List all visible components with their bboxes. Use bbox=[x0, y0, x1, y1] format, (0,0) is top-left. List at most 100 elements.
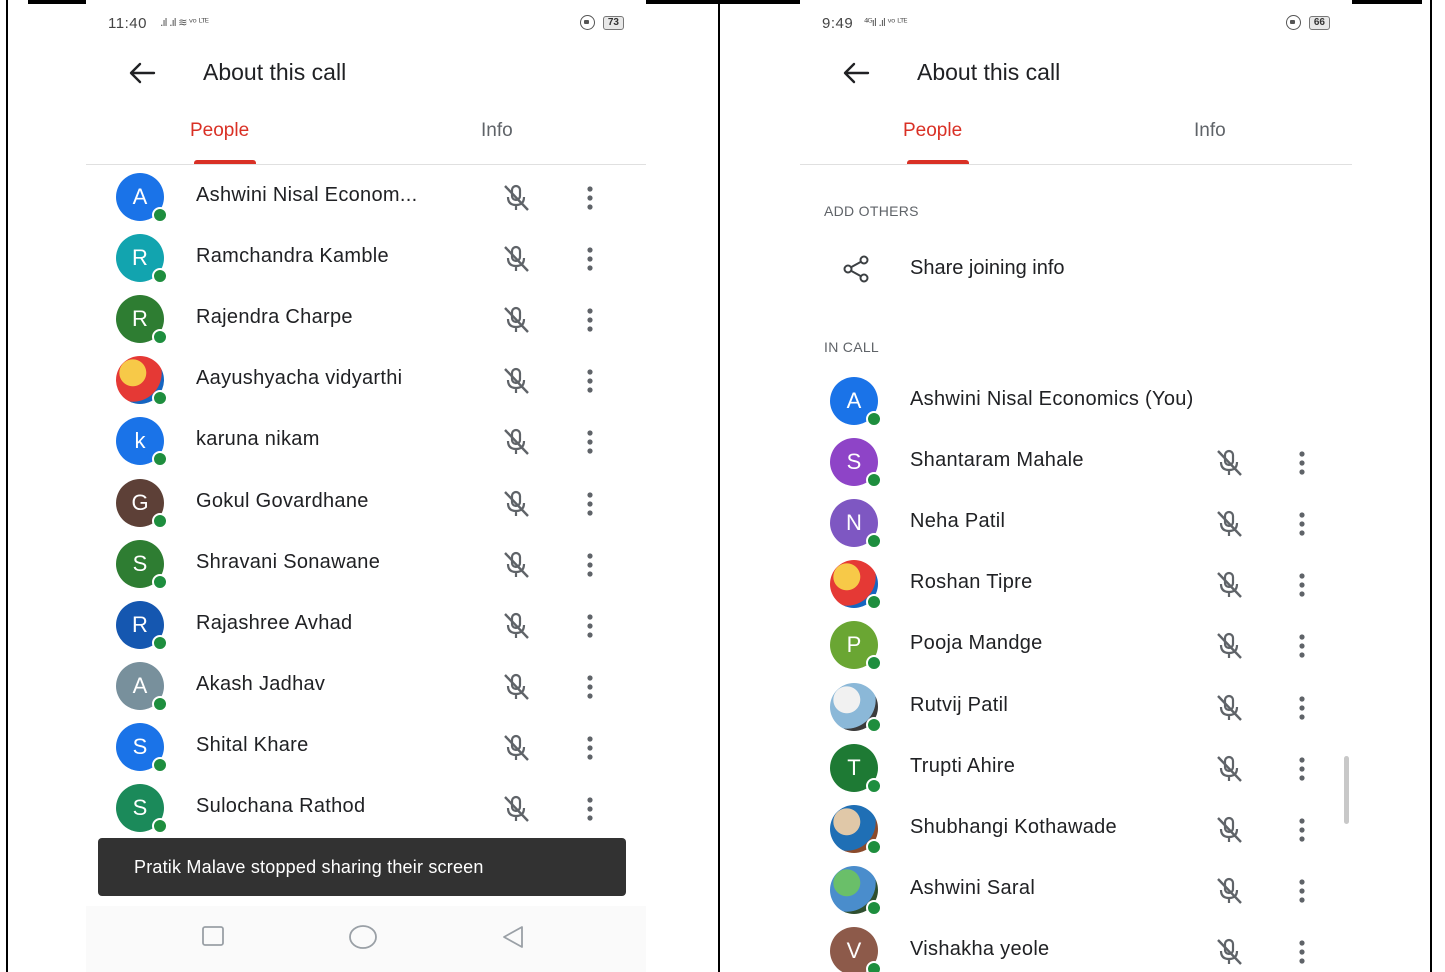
more-options-icon[interactable] bbox=[1292, 754, 1312, 784]
back-arrow-icon[interactable] bbox=[124, 57, 160, 89]
participant-row[interactable]: N Neha Patil bbox=[800, 493, 1352, 554]
mic-off-icon bbox=[504, 307, 529, 334]
mic-off-icon bbox=[1217, 755, 1242, 782]
more-options-icon[interactable] bbox=[1292, 876, 1312, 906]
participant-row[interactable]: A Ashwini Nisal Economics (You) bbox=[800, 371, 1352, 432]
mic-off-icon bbox=[1217, 816, 1242, 843]
participant-row[interactable]: S Shital Khare bbox=[86, 717, 646, 778]
more-options-icon[interactable] bbox=[580, 550, 600, 580]
tab-bar: People Info bbox=[86, 112, 646, 165]
online-status-dot bbox=[152, 512, 168, 529]
mic-off-icon bbox=[504, 551, 529, 578]
more-options-icon[interactable] bbox=[580, 183, 600, 213]
snackbar-toast: Pratik Malave stopped sharing their scre… bbox=[98, 838, 626, 896]
tab-people[interactable]: People bbox=[190, 120, 249, 142]
back-arrow-icon[interactable] bbox=[838, 57, 874, 89]
more-options-icon[interactable] bbox=[580, 794, 600, 824]
more-options-icon[interactable] bbox=[1292, 815, 1312, 845]
mic-off-icon bbox=[504, 795, 529, 822]
more-options-icon[interactable] bbox=[580, 305, 600, 335]
participant-name: karuna nikam bbox=[196, 428, 320, 451]
scrollbar[interactable] bbox=[1344, 756, 1349, 824]
mic-off-icon bbox=[1217, 694, 1242, 721]
participant-row[interactable]: A Ashwini Nisal Econom... bbox=[86, 167, 646, 228]
app-bar: About this call bbox=[800, 55, 1352, 91]
right-phone-screen: 9:49 ⁴ᴳıl .ıl ᵛᵒ ᴸᵀᴱ 66 About this call … bbox=[800, 0, 1352, 972]
more-options-icon[interactable] bbox=[580, 244, 600, 274]
more-options-icon[interactable] bbox=[580, 672, 600, 702]
participant-name: Akash Jadhav bbox=[196, 672, 326, 695]
rotation-lock-icon bbox=[579, 15, 595, 30]
participant-name: Ashwini Saral bbox=[910, 876, 1036, 899]
share-joining-info-button[interactable]: Share joining info bbox=[910, 257, 1065, 280]
participant-row[interactable]: Rutvij Patil bbox=[800, 677, 1352, 738]
participant-name: Pooja Mandge bbox=[910, 632, 1043, 655]
more-options-icon[interactable] bbox=[580, 733, 600, 763]
participant-row[interactable]: Roshan Tipre bbox=[800, 554, 1352, 615]
participant-row[interactable]: S Shravani Sonawane bbox=[86, 534, 646, 595]
participant-row[interactable]: V Vishakha yeole bbox=[800, 921, 1352, 972]
mic-off-icon bbox=[1217, 449, 1242, 476]
participant-row[interactable]: R Ramchandra Kamble bbox=[86, 228, 646, 289]
share-icon[interactable] bbox=[840, 253, 872, 285]
participant-name: Sulochana Rathod bbox=[196, 795, 366, 817]
mic-off-icon bbox=[504, 368, 529, 395]
online-status-dot bbox=[866, 960, 882, 972]
participant-row[interactable]: S Sulochana Rathod bbox=[86, 778, 646, 839]
participant-row[interactable]: S Shantaram Mahale bbox=[800, 432, 1352, 493]
in-call-heading: IN CALL bbox=[824, 339, 880, 355]
participant-row[interactable]: R Rajendra Charpe bbox=[86, 289, 646, 350]
online-status-dot bbox=[866, 594, 882, 611]
tab-info[interactable]: Info bbox=[481, 120, 513, 142]
more-options-icon[interactable] bbox=[1292, 693, 1312, 723]
signal-icons: .ıl .ıl ≋ ᵛᵒ ᴸᵀᴱ bbox=[160, 16, 209, 29]
more-options-icon[interactable] bbox=[1292, 631, 1312, 661]
status-time: 9:49 bbox=[822, 15, 854, 32]
more-options-icon[interactable] bbox=[580, 427, 600, 457]
participant-name: Neha Patil bbox=[910, 510, 1006, 533]
participant-row[interactable]: T Trupti Ahire bbox=[800, 738, 1352, 799]
participant-row[interactable]: k karuna nikam bbox=[86, 411, 646, 472]
recents-square-icon[interactable] bbox=[201, 924, 225, 948]
mic-off-icon bbox=[504, 245, 529, 272]
participant-row[interactable]: Aayushyacha vidyarthi bbox=[86, 350, 646, 411]
participant-name: Shital Khare bbox=[196, 733, 309, 756]
back-triangle-icon[interactable] bbox=[500, 924, 526, 950]
more-options-icon[interactable] bbox=[580, 489, 600, 519]
online-status-dot bbox=[152, 573, 168, 590]
mic-off-icon bbox=[504, 673, 529, 700]
participant-row[interactable]: A Akash Jadhav bbox=[86, 656, 646, 717]
participant-name: Shubhangi Kothawade bbox=[910, 815, 1117, 838]
more-options-icon[interactable] bbox=[1292, 509, 1312, 539]
mic-off-icon bbox=[1217, 572, 1242, 599]
more-options-icon[interactable] bbox=[1292, 937, 1312, 967]
mic-off-icon bbox=[504, 184, 529, 211]
participant-row[interactable]: Ashwini Saral bbox=[800, 860, 1352, 921]
participant-row[interactable]: Shubhangi Kothawade bbox=[800, 799, 1352, 860]
participant-name: Vishakha yeole bbox=[910, 937, 1050, 960]
signal-icons: ⁴ᴳıl .ıl ᵛᵒ ᴸᵀᴱ bbox=[864, 16, 908, 29]
tab-people[interactable]: People bbox=[903, 120, 962, 142]
tab-indicator bbox=[194, 160, 256, 164]
online-status-dot bbox=[152, 268, 168, 285]
home-circle-icon[interactable] bbox=[348, 924, 378, 950]
participant-name: Rutvij Patil bbox=[910, 693, 1009, 716]
tab-indicator bbox=[907, 160, 969, 164]
more-options-icon[interactable] bbox=[1292, 448, 1312, 478]
more-options-icon[interactable] bbox=[580, 611, 600, 641]
participant-row[interactable]: P Pooja Mandge bbox=[800, 615, 1352, 676]
online-status-dot bbox=[866, 472, 882, 489]
tab-info[interactable]: Info bbox=[1194, 120, 1226, 142]
participant-row[interactable]: G Gokul Govardhane bbox=[86, 473, 646, 534]
app-bar: About this call bbox=[86, 55, 646, 91]
mic-off-icon bbox=[1217, 938, 1242, 965]
status-bar: 9:49 ⁴ᴳıl .ıl ᵛᵒ ᴸᵀᴱ 66 bbox=[822, 13, 1330, 35]
left-phone-screen: 11:40 .ıl .ıl ≋ ᵛᵒ ᴸᵀᴱ 73 About this cal… bbox=[86, 0, 646, 972]
mic-off-icon bbox=[1217, 633, 1242, 660]
system-nav-bar bbox=[86, 906, 646, 972]
participant-row[interactable]: R Rajashree Avhad bbox=[86, 595, 646, 656]
participant-name: Trupti Ahire bbox=[910, 754, 1016, 777]
more-options-icon[interactable] bbox=[1292, 570, 1312, 600]
mic-off-icon bbox=[1217, 511, 1242, 538]
more-options-icon[interactable] bbox=[580, 366, 600, 396]
